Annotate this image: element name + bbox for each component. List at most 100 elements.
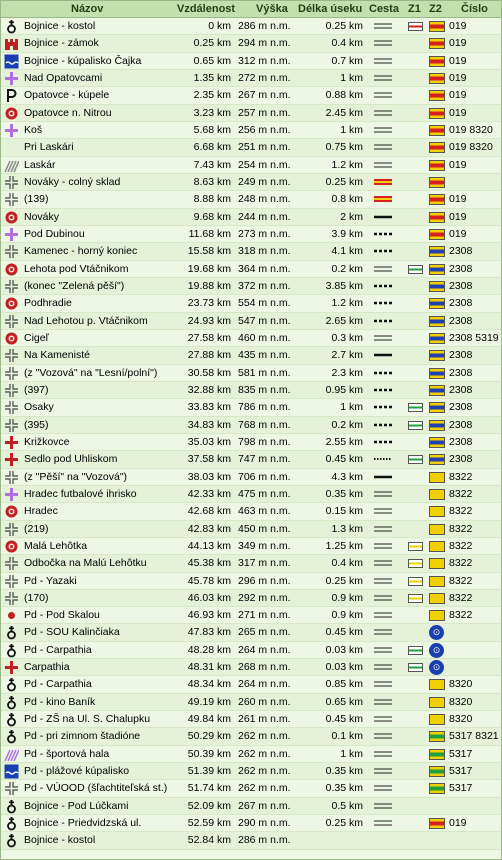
- table-row[interactable]: (170) 46.03 km 292 m n.m. 0.9 km 8322: [1, 589, 501, 608]
- altitude-cell: 768 m n.m.: [238, 418, 291, 431]
- hatched-icon: [4, 158, 20, 173]
- crossroad-icon: [4, 556, 19, 571]
- z2-mark: [429, 55, 445, 67]
- table-row[interactable]: Bojnice - Pod Lúčkami 52.09 km 267 m n.m. 0…: [1, 797, 501, 816]
- segment-cell: 1 km: [340, 71, 363, 84]
- z1-mark: [408, 22, 423, 31]
- table-row[interactable]: Pd - Carpathia 48.34 km 264 m n.m. 0.85 km 8…: [1, 676, 501, 694]
- church-icon: [4, 677, 19, 692]
- table-row[interactable]: Podhradie 23.73 km 554 m n.m. 1.2 km 2308: [1, 295, 501, 313]
- table-row[interactable]: Bojnice - kostol 0 km 286 m n.m. 0.25 km 019: [1, 18, 501, 36]
- table-row[interactable]: Nad Opatovcami 1.35 km 272 m n.m. 1 km 019: [1, 69, 501, 88]
- table-row[interactable]: Križkovce 35.03 km 798 m n.m. 2.55 km 2308: [1, 434, 501, 452]
- table-row[interactable]: Na Kamenisté 27.88 km 435 m n.m. 2.7 km 2308: [1, 347, 501, 365]
- place-name: Carpathia: [24, 661, 70, 674]
- castle-icon: [4, 36, 19, 51]
- table-row[interactable]: Carpathia 48.31 km 268 m n.m. 0.03 km ⊙: [1, 659, 501, 677]
- segment-cell: 0.4 km: [331, 557, 363, 570]
- table-row[interactable]: Pd - pri zimnom štadióne 50.29 km 262 m n.…: [1, 728, 501, 746]
- header-road[interactable]: Cesta: [369, 3, 399, 15]
- segment-cell: 0.2 km: [331, 262, 363, 275]
- place-name: Pd - ZŠ na Ul. S. Chalupku: [24, 713, 151, 726]
- table-row[interactable]: Pd - športová hala 50.39 km 262 m n.m. 1 km…: [1, 746, 501, 764]
- double-road-icon: [374, 541, 392, 551]
- segment-cell: 2.55 km: [325, 435, 363, 448]
- double-road-icon: [374, 489, 392, 499]
- z2-mark: [429, 419, 445, 431]
- village-icon: [4, 296, 19, 311]
- distance-cell: 8.63 km: [193, 175, 231, 188]
- table-row[interactable]: Osaky 33.83 km 786 m n.m. 1 km 2308: [1, 399, 501, 417]
- altitude-cell: 349 m n.m.: [238, 539, 291, 552]
- table-row[interactable]: (395) 34.83 km 768 m n.m. 0.2 km 2308: [1, 416, 501, 434]
- table-row[interactable]: Hradec 42.68 km 463 m n.m. 0.15 km 8322: [1, 503, 501, 521]
- table-row[interactable]: Bojnice - zámok 0.25 km 294 m n.m. 0.4 km 01…: [1, 35, 501, 53]
- table-row[interactable]: Opatovce - kúpele 2.35 km 267 m n.m. 0.88 k…: [1, 87, 501, 105]
- distance-cell: 0.25 km: [193, 37, 231, 50]
- table-row[interactable]: Nad Lehotou p. Vtáčnikom 24.93 km 547 m n.…: [1, 312, 501, 330]
- header-altitude[interactable]: Výška: [256, 3, 288, 15]
- table-row[interactable]: Pd - Yazaki 45.78 km 296 m n.m. 0.25 km 8322: [1, 573, 501, 590]
- header-z2[interactable]: Z2: [429, 3, 442, 15]
- distance-cell: 46.93 km: [187, 609, 231, 622]
- segment-cell: 0.25 km: [325, 20, 363, 32]
- distance-cell: 0.65 km: [193, 54, 231, 67]
- place-name: Pd - SOU Kalinčiaka: [24, 626, 120, 639]
- table-row[interactable]: Bojnice - Priedvidzská ul. 52.59 km 290 m …: [1, 815, 501, 833]
- table-row[interactable]: (z "Pěší" na "Vozová") 38.03 km 706 m n.m.…: [1, 469, 501, 486]
- place-name: Pd - kino Baník: [24, 695, 96, 708]
- table-row[interactable]: Cigeľ 27.58 km 460 m n.m. 0.3 km 2308 5319: [1, 330, 501, 348]
- table-row[interactable]: Opatovce n. Nitrou 3.23 km 257 m n.m. 2.45 …: [1, 104, 501, 122]
- table-row[interactable]: Pd - ZŠ na Ul. S. Chalupku 49.84 km 261 m …: [1, 711, 501, 729]
- distance-cell: 0 km: [208, 20, 231, 32]
- header-z1[interactable]: Z1: [408, 3, 421, 15]
- table-row[interactable]: Malá Lehôtka 44.13 km 349 m n.m. 1.25 km 832…: [1, 538, 501, 556]
- table-row[interactable]: Pd - Pod Skalou 46.93 km 271 m n.m. 0.9 km 8…: [1, 607, 501, 625]
- table-body: Bojnice - kostol 0 km 286 m n.m. 0.25 km 019…: [1, 18, 501, 850]
- segment-cell: 1 km: [340, 123, 363, 136]
- header-name[interactable]: Názov: [71, 3, 103, 15]
- distance-cell: 35.03 km: [187, 435, 231, 448]
- altitude-cell: 262 m n.m.: [238, 782, 291, 795]
- table-row[interactable]: Pd - Carpathia 48.28 km 264 m n.m. 0.03 km ⊙: [1, 642, 501, 660]
- table-row[interactable]: Laskár 7.43 km 254 m n.m. 1.2 km 019: [1, 157, 501, 174]
- table-row[interactable]: (139) 8.88 km 248 m n.m. 0.8 km 019: [1, 191, 501, 209]
- table-row[interactable]: Pod Dubinou 11.68 km 273 m n.m. 3.9 km 019: [1, 226, 501, 244]
- header-distance[interactable]: Vzdálenost: [177, 3, 235, 15]
- place-name: Cigeľ: [24, 331, 49, 344]
- crossroad-icon: [4, 574, 19, 589]
- double-road-icon: [374, 576, 392, 586]
- header-segment[interactable]: Délka úseku: [298, 3, 362, 15]
- table-row[interactable]: Koš 5.68 km 256 m n.m. 1 km 019 8320: [1, 122, 501, 140]
- table-row[interactable]: Pd - VÚOOD (šľachtiteľská st.) 51.74 km 26…: [1, 780, 501, 798]
- z2-mark: [429, 436, 445, 448]
- dashed-road-icon: [374, 246, 392, 256]
- table-row[interactable]: Odbočka na Malú Lehôtku 45.38 km 317 m n.m…: [1, 555, 501, 573]
- table-row[interactable]: Nováky - colný sklad 8.63 km 249 m n.m. 0.2…: [1, 173, 501, 192]
- table-row[interactable]: Kamenec - horný koniec 15.58 km 318 m n.m.…: [1, 243, 501, 261]
- table-row[interactable]: (219) 42.83 km 450 m n.m. 1.3 km 8322: [1, 520, 501, 538]
- segment-cell: 0.9 km: [331, 591, 363, 604]
- table-row[interactable]: Pd - SOU Kalinčiaka 47.83 km 265 m n.m. 0.4…: [1, 624, 501, 642]
- table-row[interactable]: Sedlo pod Uhliskom 37.58 km 747 m n.m. 0.45…: [1, 451, 501, 469]
- table-row[interactable]: Pri Laskári 6.68 km 251 m n.m. 0.75 km 019 8…: [1, 139, 501, 157]
- village-icon: [4, 106, 19, 121]
- header-number[interactable]: Číslo: [461, 3, 488, 15]
- segment-cell: 0.4 km: [331, 37, 363, 50]
- route-number-cell: 2308: [449, 297, 473, 310]
- table-row[interactable]: Pd - kino Baník 49.19 km 260 m n.m. 0.65 km…: [1, 693, 501, 712]
- table-row[interactable]: Bojnice - kúpalisko Čajka 0.65 km 312 m n.…: [1, 53, 501, 70]
- table-row[interactable]: Hradec futbalové ihrisko 42.33 km 475 m n.…: [1, 485, 501, 504]
- segment-cell: 0.35 km: [325, 487, 363, 500]
- table-row[interactable]: (397) 32.88 km 835 m n.m. 0.95 km 2308: [1, 381, 501, 400]
- table-row[interactable]: Bojnice - kostol 52.84 km 286 m n.m.: [1, 832, 501, 850]
- segment-cell: 0.2 km: [331, 418, 363, 431]
- double-road-icon: [374, 627, 392, 637]
- table-row[interactable]: Pd - plážové kúpalisko 51.39 km 262 m n.m.…: [1, 763, 501, 781]
- table-row[interactable]: (konec "Zelená pěší") 19.88 km 372 m n.m. 3…: [1, 277, 501, 296]
- distance-cell: 32.88 km: [187, 383, 231, 396]
- table-row[interactable]: (z "Vozová" na "Lesní/polní") 30.58 km 581…: [1, 365, 501, 382]
- table-row[interactable]: Nováky 9.68 km 244 m n.m. 2 km 019: [1, 208, 501, 226]
- z2-mark: [429, 350, 445, 362]
- table-row[interactable]: Lehota pod Vtáčnikom 19.68 km 364 m n.m. 0.…: [1, 261, 501, 278]
